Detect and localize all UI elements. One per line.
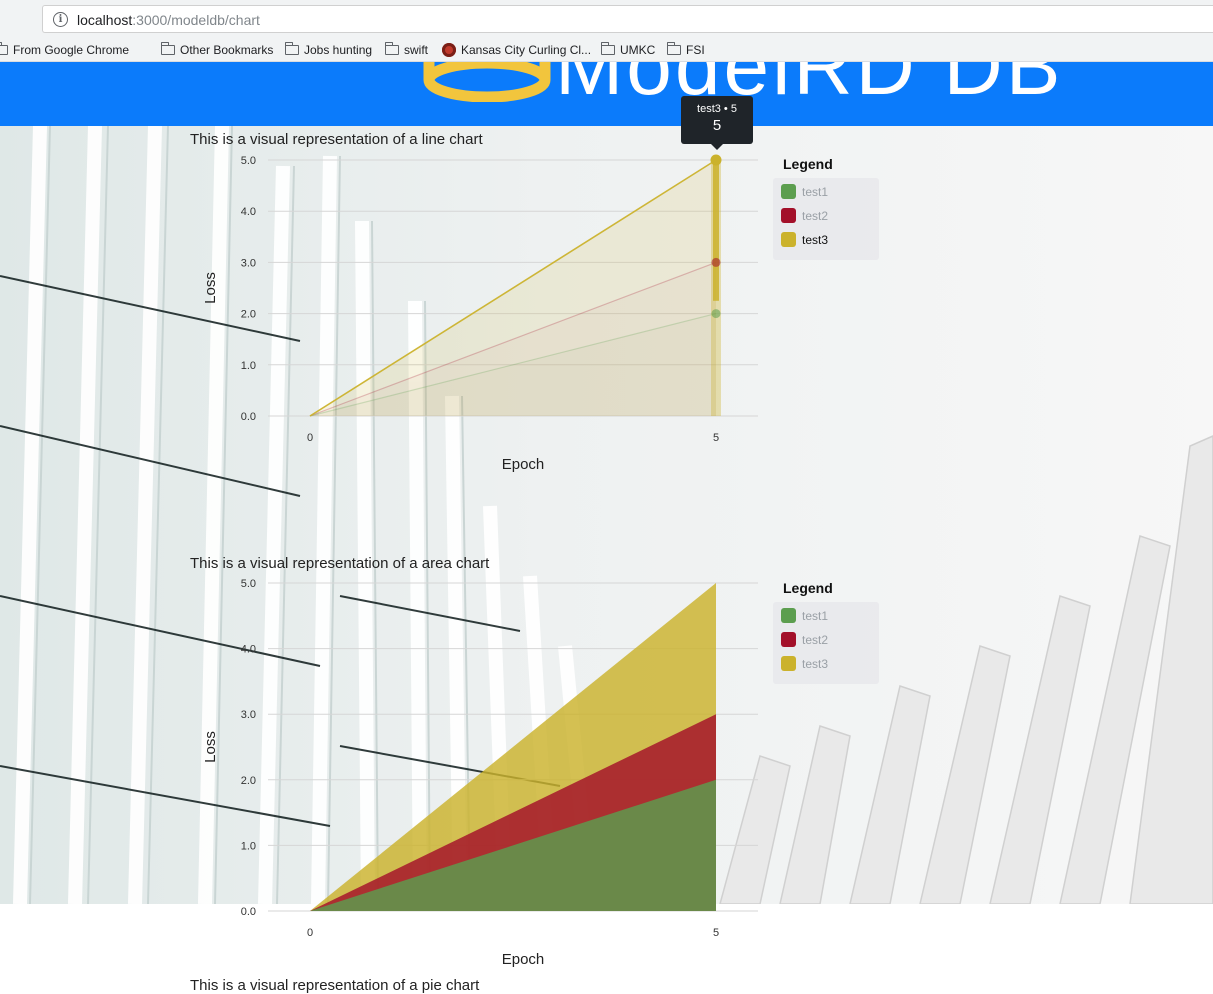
y-axis-label: Loss <box>202 731 219 763</box>
x-tick-label: 0 <box>307 432 313 444</box>
legend-box: test1 test2 test3 <box>773 602 879 684</box>
y-tick-label: 1.0 <box>241 360 256 372</box>
x-axis-label: Epoch <box>502 951 545 968</box>
legend-swatch <box>781 208 796 223</box>
y-axis-label: Loss <box>202 272 219 304</box>
legend-label: test1 <box>802 185 829 199</box>
line-chart-legend: Legend test1 test2 test3 <box>773 156 879 260</box>
legend-item-test3[interactable]: test3 <box>773 656 879 680</box>
legend-title: Legend <box>783 156 833 172</box>
y-tick-label: 5.0 <box>241 155 256 167</box>
line-chart: 0.0 1.0 2.0 3.0 4.0 5.0 0 5 Epoch Loss <box>202 154 758 473</box>
chart-tooltip: test3 • 5 5 <box>681 96 753 150</box>
x-tick-label: 5 <box>713 927 719 939</box>
legend-item-test1[interactable]: test1 <box>773 184 879 208</box>
x-tick-label: 5 <box>713 432 719 444</box>
charts-canvas: 0.0 1.0 2.0 3.0 4.0 5.0 0 5 Epoch Loss 0.0 1.0 2.0 3.… <box>202 154 758 968</box>
legend-label: test3 <box>802 657 829 671</box>
hover-indicator <box>713 160 719 301</box>
y-tick-label: 1.0 <box>241 840 256 852</box>
area-chart-legend: Legend test1 test2 test3 <box>773 580 879 684</box>
tooltip-series: test3 • 5 <box>697 103 737 115</box>
legend-swatch <box>781 232 796 247</box>
legend-swatch <box>781 608 796 623</box>
legend-box: test1 test2 test3 <box>773 178 879 260</box>
legend-swatch <box>781 656 796 671</box>
x-axis-label: Epoch <box>502 456 545 473</box>
y-tick-label: 0.0 <box>241 906 256 918</box>
data-point-test1 <box>711 309 721 319</box>
legend-item-test2[interactable]: test2 <box>773 208 879 232</box>
y-tick-label: 4.0 <box>241 206 256 218</box>
legend-label: test3 <box>802 233 829 247</box>
legend-label: test2 <box>802 633 829 647</box>
y-tick-label: 4.0 <box>241 644 256 656</box>
y-tick-label: 5.0 <box>241 578 256 590</box>
legend-title: Legend <box>783 580 833 596</box>
y-tick-label: 3.0 <box>241 257 256 269</box>
x-tick-label: 0 <box>307 927 313 939</box>
area-chart: 0.0 1.0 2.0 3.0 4.0 5.0 0 5 Epoch Loss <box>202 578 758 968</box>
legend-swatch <box>781 632 796 647</box>
y-tick-label: 3.0 <box>241 709 256 721</box>
y-tick-label: 2.0 <box>241 775 256 787</box>
y-tick-label: 0.0 <box>241 411 256 423</box>
legend-label: test1 <box>802 609 829 623</box>
legend-item-test2[interactable]: test2 <box>773 632 879 656</box>
data-point-test2 <box>711 257 721 267</box>
tooltip-value: 5 <box>712 117 722 134</box>
legend-item-test1[interactable]: test1 <box>773 608 879 632</box>
legend-item-test3[interactable]: test3 <box>773 232 879 256</box>
data-point-test3 <box>710 154 722 166</box>
legend-label: test2 <box>802 209 829 223</box>
y-tick-label: 2.0 <box>241 309 256 321</box>
legend-swatch <box>781 184 796 199</box>
